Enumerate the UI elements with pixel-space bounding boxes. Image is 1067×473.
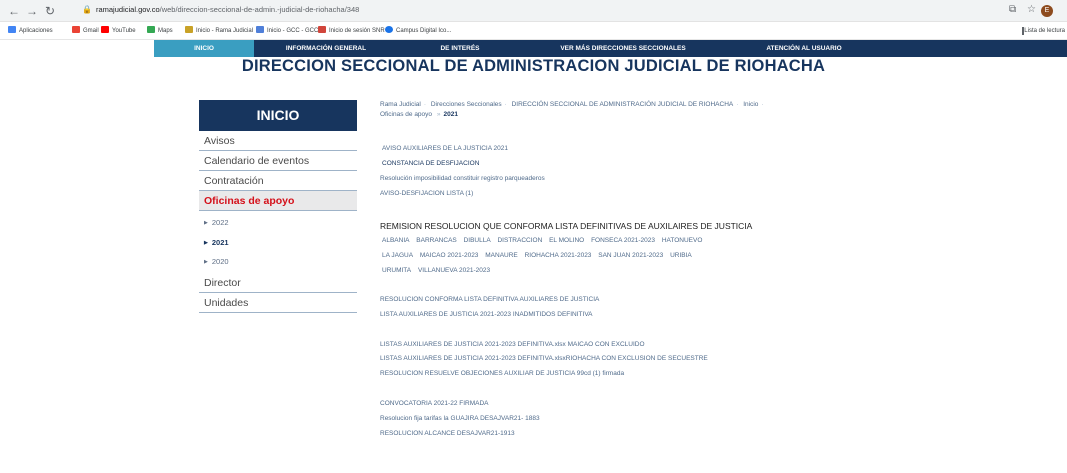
breadcrumb-current: 2021 [443, 111, 458, 118]
town-link[interactable]: BARRANCAS [416, 237, 456, 244]
bookmark-maps[interactable]: Maps [147, 26, 173, 36]
doc-link[interactable]: Resolucion fija tarifas la GUAJIRA DESAJ… [380, 414, 540, 424]
maps-icon [147, 26, 155, 33]
town-link[interactable]: HATONUEVO [662, 237, 703, 244]
nav-inicio[interactable]: INICIO [154, 40, 254, 57]
apps-grid-icon [8, 26, 16, 33]
doc-link[interactable]: AVISO-DESFIJACION LISTA (1) [380, 189, 473, 199]
sidebar-header[interactable]: INICIO [199, 100, 357, 131]
sidebar-subitem-2022[interactable]: ▶ 2022 [204, 217, 229, 229]
breadcrumb-item[interactable]: Direcciones Seccionales [431, 101, 502, 108]
sidebar-item-calendario[interactable]: Calendario de eventos [199, 151, 357, 171]
lock-icon[interactable]: 🔒 [82, 5, 92, 14]
bookmark-youtube[interactable]: YouTube [101, 26, 136, 36]
url-path: /web/direccion-seccional-de-admin.-judic… [159, 5, 360, 14]
bookmark-gcc[interactable]: Inicio - GCC - GCC [256, 26, 318, 36]
snr-icon [318, 26, 326, 33]
bookmark-apps[interactable]: Aplicaciones [8, 26, 53, 36]
breadcrumb-item[interactable]: Oficinas de apoyo [380, 111, 432, 118]
town-link[interactable]: VILLANUEVA 2021-2023 [418, 267, 490, 274]
sidebar-item-oficinas-de-apoyo[interactable]: Oficinas de apoyo [199, 191, 357, 211]
star-icon[interactable]: ☆ [1027, 4, 1036, 15]
sidebar-item-director[interactable]: Director [199, 273, 357, 293]
doc-link[interactable]: CONSTANCIA DE DESFIJACION [382, 159, 479, 169]
town-link[interactable]: FONSECA 2021-2023 [591, 237, 655, 244]
doc-link[interactable]: RESOLUCION CONFORMA LISTA DEFINITIVA AUX… [380, 295, 599, 305]
sidebar-subitem-2020[interactable]: ▶ 2020 [204, 256, 229, 268]
bookmark-rama-judicial[interactable]: Inicio - Rama Judicial [185, 26, 253, 36]
chevron-right-icon: » [436, 111, 441, 118]
bookmark-gmail[interactable]: Gmail [72, 26, 99, 36]
breadcrumb: Rama Judicial · Direcciones Seccionales · … [380, 101, 764, 118]
town-link[interactable]: MAICAO 2021-2023 [420, 252, 479, 259]
reload-icon[interactable]: ↻ [45, 4, 55, 18]
gcc-icon [256, 26, 264, 33]
url-host: ramajudicial.gov.co [95, 5, 160, 14]
bookmarks-bar: Aplicaciones Gmail YouTube Maps Inicio -… [0, 22, 1067, 40]
town-links-row: LA JAGUA MAICAO 2021-2023 MANAURE RIOHAC… [382, 249, 782, 262]
town-links-row: ALBANIA BARRANCAS DIBULLA DISTRACCION EL… [382, 234, 782, 247]
town-link[interactable]: DIBULLA [464, 237, 491, 244]
site-nav: INICIO INFORMACIÓN GENERAL DE INTERÉS VE… [154, 40, 1067, 57]
sidebar-item-avisos[interactable]: Avisos [199, 131, 357, 151]
doc-link[interactable]: AVISO AUXILIARES DE LA JUSTICIA 2021 [382, 144, 508, 154]
town-link[interactable]: URIBIA [670, 252, 692, 259]
profile-avatar[interactable]: E [1041, 5, 1053, 17]
nav-informacion-general[interactable]: INFORMACIÓN GENERAL [276, 40, 376, 57]
town-link[interactable]: MANAURE [485, 252, 518, 259]
sidebar-item-unidades[interactable]: Unidades [199, 293, 357, 313]
back-icon[interactable]: ← [8, 4, 20, 18]
reading-list[interactable]: Lista de lectura [1022, 26, 1065, 36]
forward-icon[interactable]: → [26, 4, 38, 18]
nav-ver-mas-direcciones[interactable]: VER MÁS DIRECCIONES SECCIONALES [548, 40, 698, 57]
breadcrumb-item[interactable]: Inicio [743, 101, 758, 108]
section-heading: REMISION RESOLUCION QUE CONFORMA LISTA D… [380, 221, 753, 231]
town-link[interactable]: EL MOLINO [549, 237, 584, 244]
breadcrumb-item[interactable]: Rama Judicial [380, 101, 421, 108]
address-bar[interactable]: 🔒 ramajudicial.gov.co/web/direccion-secci… [82, 3, 359, 17]
town-link[interactable]: ALBANIA [382, 237, 409, 244]
share-icon[interactable]: ⧉ [1009, 4, 1016, 15]
doc-link[interactable]: RESOLUCION RESUELVE OBJECIONES AUXILIAR … [380, 369, 624, 379]
town-links-row: URUMITA VILLANUEVA 2021-2023 [382, 264, 782, 277]
doc-link[interactable]: LISTAS AUXILIARES DE JUSTICIA 2021-2023 … [380, 340, 645, 350]
caret-right-icon: ▶ [204, 220, 208, 226]
doc-link[interactable]: LISTA AUXILIARES DE JUSTICIA 2021-2023 I… [380, 310, 593, 320]
globe-icon [385, 26, 393, 33]
nav-de-interes[interactable]: DE INTERÉS [430, 40, 490, 57]
town-link[interactable]: LA JAGUA [382, 252, 413, 259]
nav-atencion-al-usuario[interactable]: ATENCIÓN AL USUARIO [754, 40, 854, 57]
page-title: DIRECCION SECCIONAL DE ADMINISTRACION JU… [241, 57, 826, 75]
doc-link[interactable]: CONVOCATORIA 2021-22 FIRMADA [380, 399, 489, 409]
caret-right-icon: ▶ [204, 259, 208, 265]
bookmark-snr[interactable]: Inicio de sesión SNR [318, 26, 385, 36]
doc-link[interactable]: Resolución imposibilidad constituir regi… [380, 174, 545, 184]
doc-link[interactable]: RESOLUCION ALCANCE DESAJVAR21-1913 [380, 429, 515, 439]
browser-toolbar: ← → ↻ 🔒 ramajudicial.gov.co/web/direccion… [0, 0, 1067, 22]
breadcrumb-item[interactable]: DIRECCIÓN SECCIONAL DE ADMINISTRACIÓN JU… [512, 101, 734, 108]
town-link[interactable]: URUMITA [382, 267, 411, 274]
town-link[interactable]: RIOHACHA 2021-2023 [525, 252, 592, 259]
bookmark-campus[interactable]: Campus Digital Ico... [385, 26, 451, 36]
sidebar-subitem-2021[interactable]: ▶ 2021 [204, 237, 229, 249]
town-link[interactable]: DISTRACCION [497, 237, 542, 244]
sidebar-item-contratacion[interactable]: Contratación [199, 171, 357, 191]
youtube-icon [101, 26, 109, 33]
rama-judicial-icon [185, 26, 193, 33]
caret-right-icon: ▶ [204, 240, 208, 246]
doc-link[interactable]: LISTAS AUXILIARES DE JUSTICIA 2021-2023 … [380, 354, 708, 364]
town-link[interactable]: SAN JUAN 2021-2023 [598, 252, 663, 259]
gmail-icon [72, 26, 80, 33]
